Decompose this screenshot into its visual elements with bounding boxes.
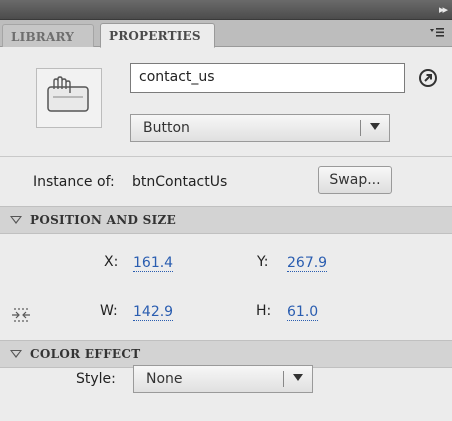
panel-title-bar: ▸▸	[0, 0, 452, 20]
select-divider	[360, 120, 361, 136]
section-color-effect[interactable]: COLOR EFFECT	[0, 340, 452, 368]
double-chevron-right-icon[interactable]: ▸▸	[439, 3, 448, 16]
y-label: Y:	[257, 254, 269, 270]
button-symbol-icon	[36, 68, 102, 128]
swap-button[interactable]: Swap...	[318, 166, 392, 194]
chevron-down-icon	[370, 123, 380, 130]
color-style-value: None	[146, 371, 183, 387]
panel-tab-bar: LIBRARY PROPERTIES	[0, 20, 452, 48]
arrow-circle-icon[interactable]	[418, 68, 438, 88]
w-value[interactable]: 142.9	[133, 304, 174, 321]
x-label: X:	[104, 254, 119, 270]
select-divider	[283, 371, 284, 387]
section-title: POSITION AND SIZE	[30, 213, 177, 227]
h-label: H:	[256, 303, 272, 319]
h-value[interactable]: 61.0	[287, 304, 319, 321]
instance-of-label: Instance of:	[33, 174, 115, 190]
divider	[0, 156, 452, 157]
section-title: COLOR EFFECT	[30, 347, 141, 361]
triangle-down-icon	[10, 350, 22, 358]
tab-properties[interactable]: PROPERTIES	[100, 23, 215, 48]
style-label: Style:	[76, 371, 116, 387]
x-value[interactable]: 161.4	[133, 255, 174, 272]
y-value[interactable]: 267.9	[287, 255, 328, 272]
instance-name-input[interactable]: contact_us	[130, 63, 405, 93]
chevron-down-icon	[293, 374, 303, 381]
constrain-proportions-icon[interactable]	[10, 306, 32, 324]
w-label: W:	[100, 303, 118, 319]
symbol-type-select[interactable]: Button	[130, 114, 390, 142]
panel-menu-icon[interactable]	[429, 25, 445, 39]
color-style-select[interactable]: None	[133, 365, 313, 393]
tab-library[interactable]: LIBRARY	[2, 24, 94, 47]
instance-of-value: btnContactUs	[132, 174, 228, 190]
triangle-down-icon	[10, 216, 22, 224]
section-position-and-size[interactable]: POSITION AND SIZE	[0, 206, 452, 234]
panel-bottom	[0, 410, 452, 421]
symbol-type-value: Button	[143, 120, 190, 136]
